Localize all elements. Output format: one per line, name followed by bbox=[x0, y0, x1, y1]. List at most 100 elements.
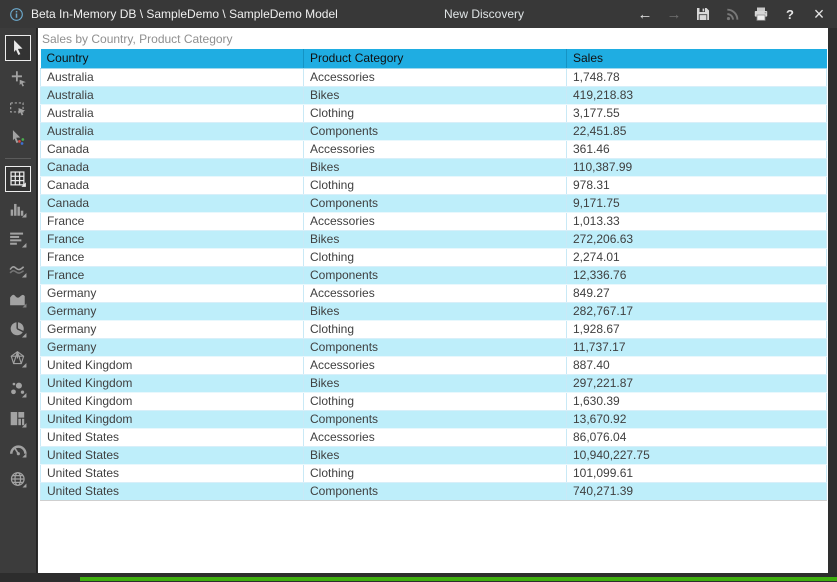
table-cell[interactable]: 361.46 bbox=[567, 140, 827, 158]
table-cell[interactable]: Australia bbox=[41, 86, 304, 104]
table-cell[interactable]: 282,767.17 bbox=[567, 302, 827, 320]
table-cell[interactable]: Clothing bbox=[304, 320, 567, 338]
table-cell[interactable]: 11,737.17 bbox=[567, 338, 827, 356]
table-cell[interactable]: United Kingdom bbox=[41, 410, 304, 428]
table-cell[interactable]: Components bbox=[304, 122, 567, 140]
treemap-view[interactable] bbox=[5, 406, 31, 432]
table-cell[interactable]: 3,177.55 bbox=[567, 104, 827, 122]
table-cell[interactable]: Accessories bbox=[304, 140, 567, 158]
table-cell[interactable]: 2,274.01 bbox=[567, 248, 827, 266]
table-cell[interactable]: Bikes bbox=[304, 230, 567, 248]
column-header-country[interactable]: Country bbox=[41, 49, 304, 68]
map-view[interactable] bbox=[5, 466, 31, 492]
feed-button[interactable] bbox=[722, 4, 742, 24]
table-cell[interactable]: Accessories bbox=[304, 356, 567, 374]
table-cell[interactable]: United Kingdom bbox=[41, 374, 304, 392]
table-cell[interactable]: Clothing bbox=[304, 248, 567, 266]
table-cell[interactable]: 13,670.92 bbox=[567, 410, 827, 428]
table-cell[interactable]: Canada bbox=[41, 194, 304, 212]
table-cell[interactable]: Components bbox=[304, 266, 567, 284]
pointer-tool[interactable] bbox=[5, 35, 31, 61]
table-cell[interactable]: 10,940,227.75 bbox=[567, 446, 827, 464]
table-cell[interactable]: France bbox=[41, 212, 304, 230]
table-cell[interactable]: 110,387.99 bbox=[567, 158, 827, 176]
table-cell[interactable]: 740,271.39 bbox=[567, 482, 827, 500]
table-cell[interactable]: Clothing bbox=[304, 104, 567, 122]
table-cell[interactable]: Bikes bbox=[304, 446, 567, 464]
marquee-select-tool[interactable] bbox=[5, 95, 31, 121]
table-cell[interactable]: United States bbox=[41, 428, 304, 446]
table-cell[interactable]: Components bbox=[304, 482, 567, 500]
table-cell[interactable]: United Kingdom bbox=[41, 356, 304, 374]
table-cell[interactable]: 12,336.76 bbox=[567, 266, 827, 284]
table-cell[interactable]: 9,171.75 bbox=[567, 194, 827, 212]
table-cell[interactable]: Germany bbox=[41, 338, 304, 356]
table-cell[interactable]: 86,076.04 bbox=[567, 428, 827, 446]
table-cell[interactable]: Canada bbox=[41, 158, 304, 176]
table-cell[interactable]: Bikes bbox=[304, 158, 567, 176]
table-cell[interactable]: Bikes bbox=[304, 86, 567, 104]
table-cell[interactable]: France bbox=[41, 248, 304, 266]
table-cell[interactable]: Australia bbox=[41, 104, 304, 122]
table-cell[interactable]: Accessories bbox=[304, 284, 567, 302]
table-cell[interactable]: 887.40 bbox=[567, 356, 827, 374]
table-row: GermanyClothing1,928.67 bbox=[41, 320, 827, 338]
table-cell[interactable]: 22,451.85 bbox=[567, 122, 827, 140]
table-cell[interactable]: Germany bbox=[41, 302, 304, 320]
column-header-sales[interactable]: Sales bbox=[567, 49, 827, 68]
table-cell[interactable]: 849.27 bbox=[567, 284, 827, 302]
table-cell[interactable]: United States bbox=[41, 446, 304, 464]
table-cell[interactable]: Bikes bbox=[304, 302, 567, 320]
table-cell[interactable]: Australia bbox=[41, 122, 304, 140]
table-cell[interactable]: 978.31 bbox=[567, 176, 827, 194]
table-cell[interactable]: 272,206.63 bbox=[567, 230, 827, 248]
table-cell[interactable]: Accessories bbox=[304, 428, 567, 446]
back-button[interactable]: ← bbox=[635, 4, 655, 24]
grid-view[interactable] bbox=[5, 166, 31, 192]
table-cell[interactable]: 1,013.33 bbox=[567, 212, 827, 230]
table-cell[interactable]: Germany bbox=[41, 320, 304, 338]
table-cell[interactable]: 1,748.78 bbox=[567, 68, 827, 86]
points-select-tool[interactable] bbox=[5, 125, 31, 151]
table-cell[interactable]: Clothing bbox=[304, 392, 567, 410]
table-cell[interactable]: Australia bbox=[41, 68, 304, 86]
table-cell[interactable]: United States bbox=[41, 464, 304, 482]
table-cell[interactable]: Clothing bbox=[304, 464, 567, 482]
line-chart-view[interactable] bbox=[5, 256, 31, 282]
info-icon[interactable] bbox=[9, 7, 24, 22]
table-cell[interactable]: Components bbox=[304, 410, 567, 428]
table-cell[interactable]: Germany bbox=[41, 284, 304, 302]
table-cell[interactable]: France bbox=[41, 230, 304, 248]
close-button[interactable]: × bbox=[809, 4, 829, 24]
column-chart-view[interactable] bbox=[5, 196, 31, 222]
green-accent-bar bbox=[80, 577, 837, 581]
table-cell[interactable]: Accessories bbox=[304, 212, 567, 230]
table-cell[interactable]: 101,099.61 bbox=[567, 464, 827, 482]
help-button[interactable]: ? bbox=[780, 4, 800, 24]
area-chart-view[interactable] bbox=[5, 286, 31, 312]
table-cell[interactable]: Bikes bbox=[304, 374, 567, 392]
table-cell[interactable]: France bbox=[41, 266, 304, 284]
forward-button[interactable]: → bbox=[664, 4, 684, 24]
bar-chart-view[interactable] bbox=[5, 226, 31, 252]
table-cell[interactable]: United Kingdom bbox=[41, 392, 304, 410]
table-cell[interactable]: Canada bbox=[41, 176, 304, 194]
table-cell[interactable]: 1,630.39 bbox=[567, 392, 827, 410]
table-cell[interactable]: Canada bbox=[41, 140, 304, 158]
column-header-product-category[interactable]: Product Category bbox=[304, 49, 567, 68]
table-cell[interactable]: 297,221.87 bbox=[567, 374, 827, 392]
save-button[interactable] bbox=[693, 4, 713, 24]
gauge-view[interactable] bbox=[5, 436, 31, 462]
table-cell[interactable]: Components bbox=[304, 338, 567, 356]
scatter-chart-view[interactable] bbox=[5, 376, 31, 402]
print-button[interactable] bbox=[751, 4, 771, 24]
table-cell[interactable]: United States bbox=[41, 482, 304, 500]
table-cell[interactable]: Components bbox=[304, 194, 567, 212]
table-cell[interactable]: Accessories bbox=[304, 68, 567, 86]
plus-pointer-tool[interactable] bbox=[5, 65, 31, 91]
table-cell[interactable]: 419,218.83 bbox=[567, 86, 827, 104]
pie-chart-view[interactable] bbox=[5, 316, 31, 342]
table-cell[interactable]: 1,928.67 bbox=[567, 320, 827, 338]
radar-chart-view[interactable] bbox=[5, 346, 31, 372]
table-cell[interactable]: Clothing bbox=[304, 176, 567, 194]
